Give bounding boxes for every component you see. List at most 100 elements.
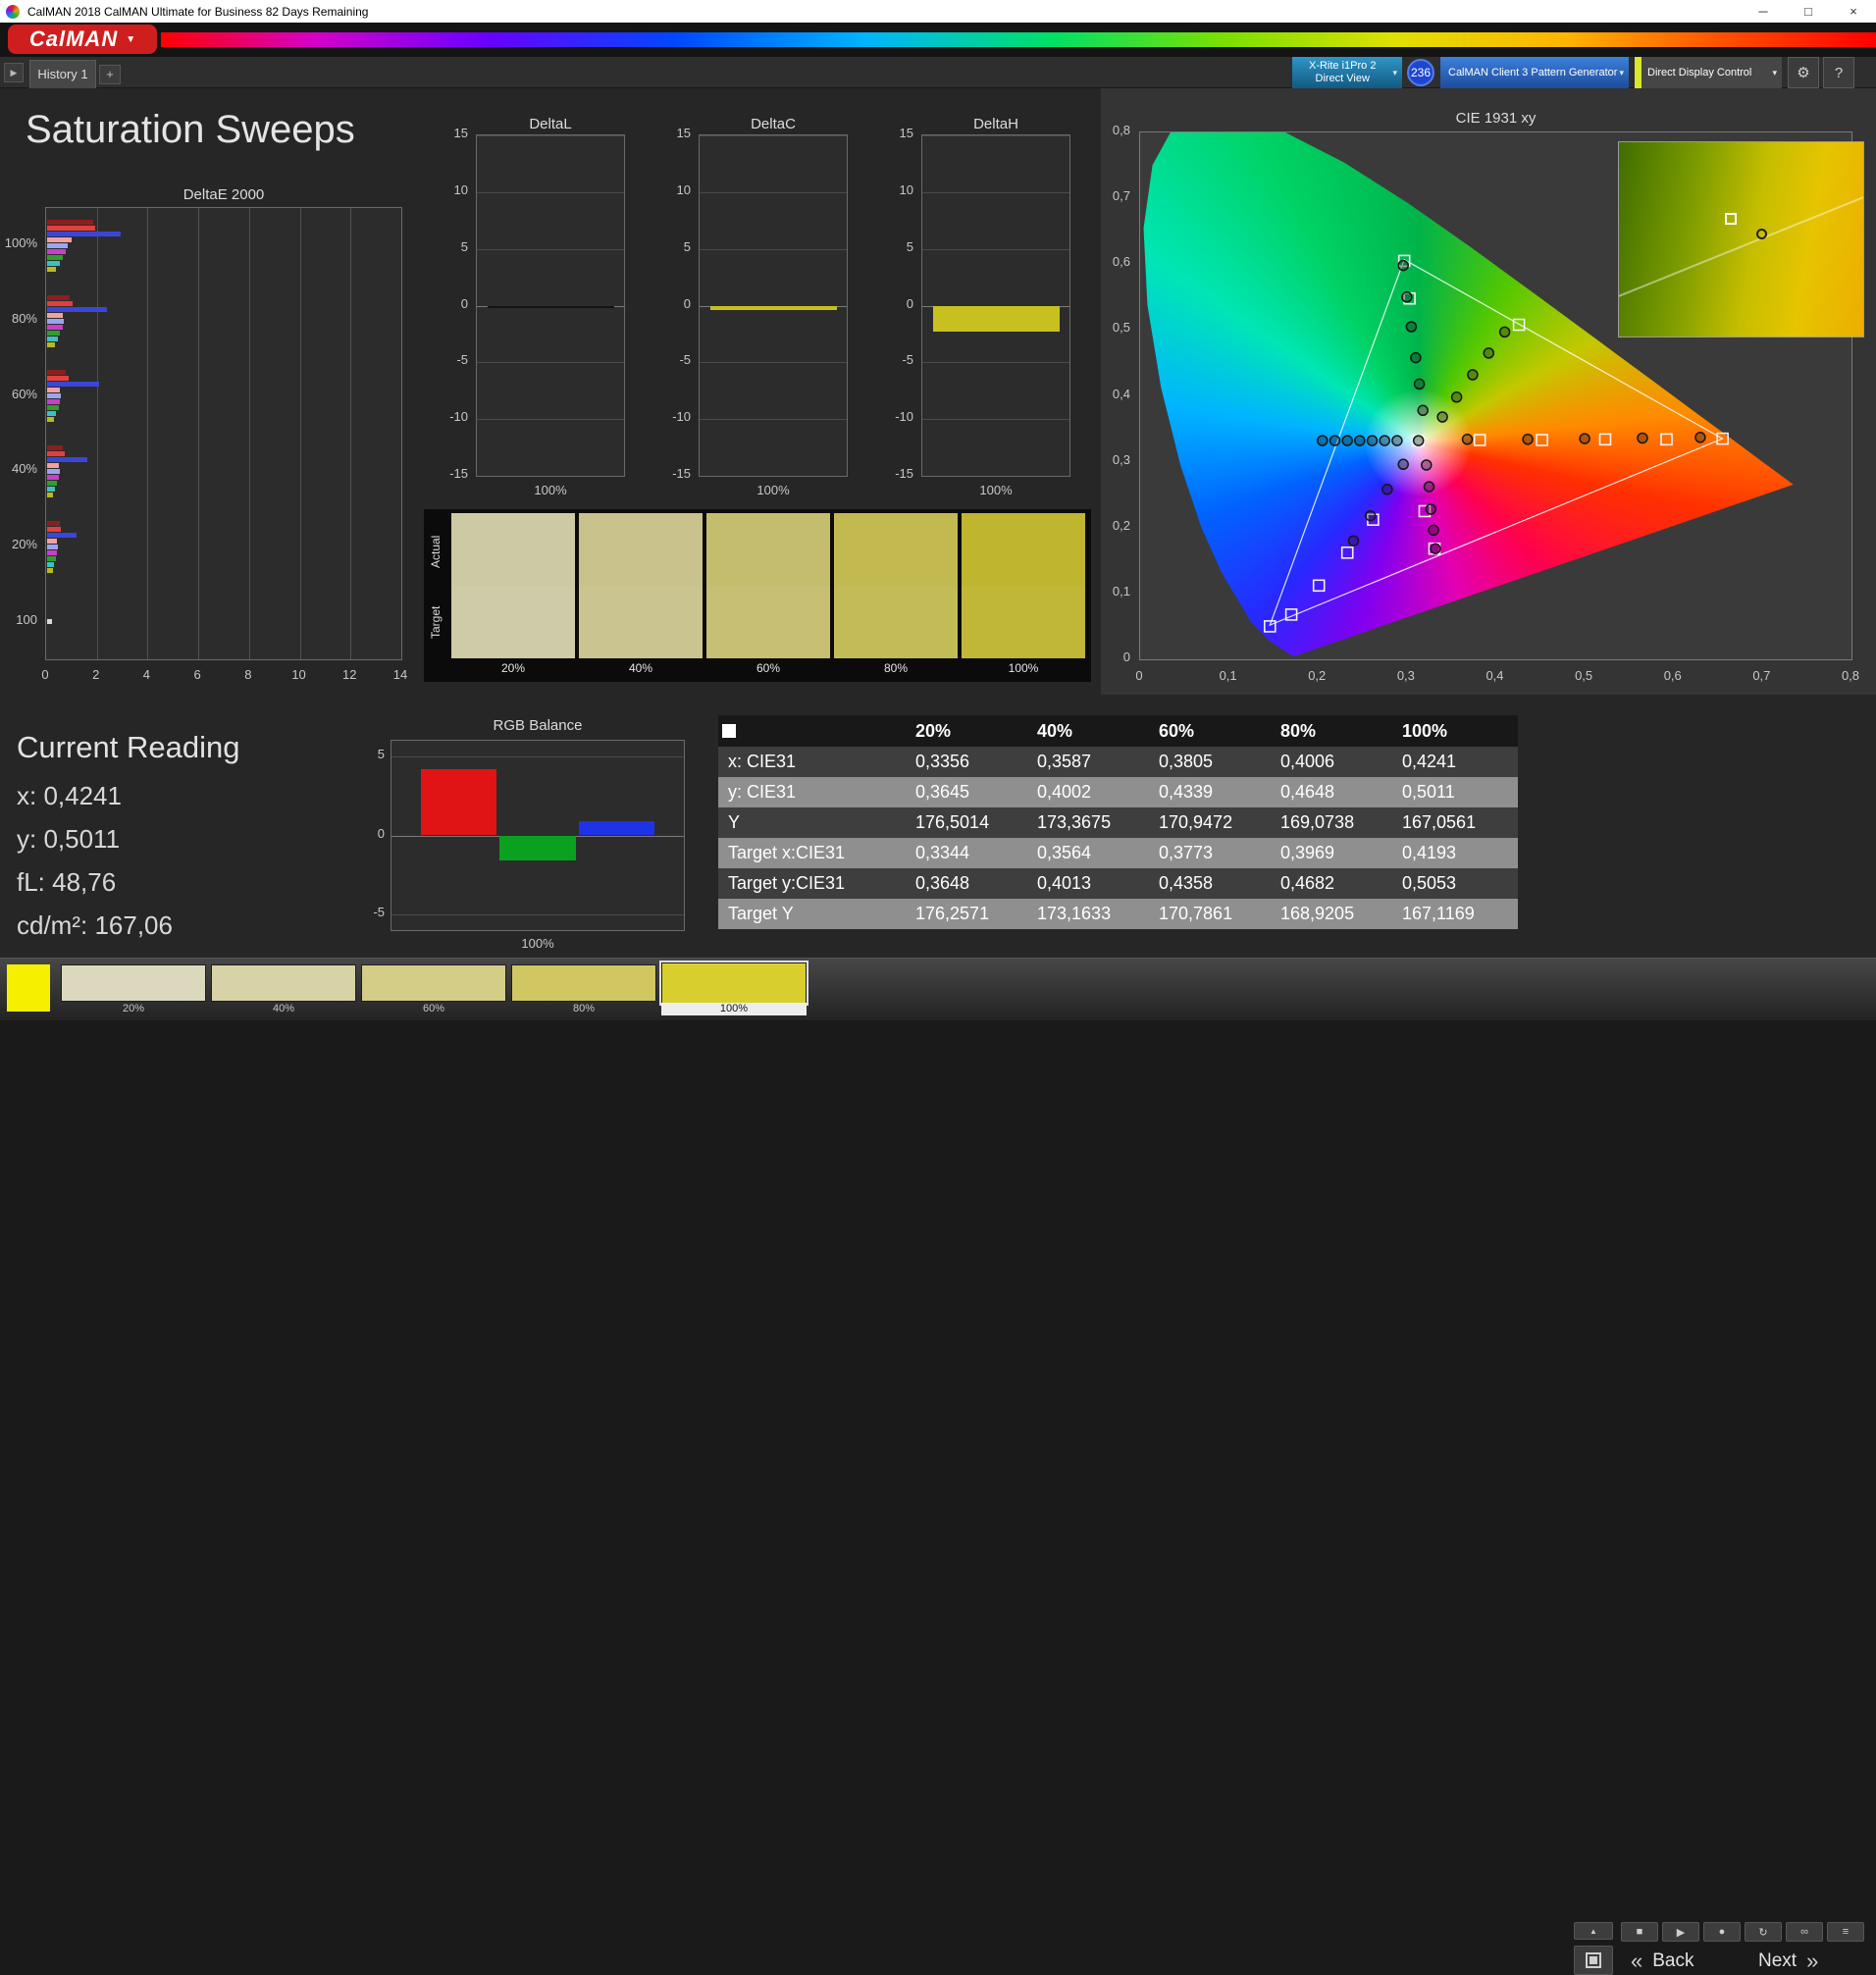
pattern-window-toggle-button[interactable]	[1574, 1946, 1613, 1975]
transport-repeat-button[interactable]: ↻	[1745, 1922, 1782, 1942]
transport-continuous-button[interactable]: ∞	[1786, 1922, 1823, 1942]
deltae-y-label: 60%	[11, 386, 37, 401]
pattern-swatch-80%[interactable]: 80%	[511, 964, 656, 1015]
table-cell: 0,3587	[1037, 752, 1092, 771]
swatch-column-label: 20%	[500, 661, 526, 675]
delta-gridline	[700, 191, 847, 193]
table-cell: 0,4013	[1037, 873, 1092, 893]
cie-target-point	[1598, 433, 1612, 446]
display-control-label: Direct Display Control	[1647, 67, 1752, 78]
table-column-header: 40%	[1037, 720, 1073, 741]
deltac-x-axis-label: 100%	[756, 483, 790, 497]
table-cell: 169,0738	[1280, 812, 1355, 832]
next-label: Next	[1758, 1950, 1798, 1971]
table-cell: 176,5014	[915, 812, 990, 832]
delta-gridline	[922, 476, 1069, 477]
transport-stop-button[interactable]: ■	[1621, 1922, 1658, 1942]
add-tab-button[interactable]: +	[99, 65, 121, 84]
table-cell: 0,4339	[1159, 782, 1214, 802]
table-cell: 168,9205	[1280, 904, 1355, 923]
deltae-bar	[47, 236, 72, 242]
delta-gridline	[477, 419, 624, 421]
delta-y-tick: -10	[895, 409, 913, 425]
pattern-preview-swatch	[7, 964, 50, 1012]
delta-gridline	[922, 191, 1069, 193]
transport-play-button[interactable]: ▶	[1662, 1922, 1699, 1942]
close-button[interactable]: ×	[1831, 0, 1876, 23]
pattern-swatch-label: 20%	[122, 1003, 145, 1014]
maximize-button[interactable]: □	[1786, 0, 1831, 23]
pattern-swatch-20%[interactable]: 20%	[61, 964, 206, 1015]
cie-measured-point	[1354, 435, 1366, 446]
table-corner-cell	[718, 715, 910, 747]
delta-gridline	[922, 362, 1069, 364]
transport-up-button[interactable]: ▲	[1574, 1922, 1613, 1940]
cie-x-tick: 0,1	[1219, 668, 1237, 683]
display-control-stripe	[1635, 57, 1642, 88]
table-cell: 170,7861	[1159, 904, 1233, 923]
table-row-label: Target y:CIE31	[728, 873, 846, 893]
swatch-column	[451, 513, 575, 658]
delta-bar	[487, 305, 614, 308]
deltae-y-label: 20%	[11, 537, 37, 551]
deltae-bar	[47, 254, 63, 260]
deltae-bar	[47, 462, 59, 468]
transport-menu-button[interactable]: ≡	[1827, 1922, 1864, 1942]
pattern-swatch-label: 60%	[422, 1003, 445, 1014]
tab-history-1[interactable]: History 1	[29, 60, 96, 88]
cie-measured-point	[1410, 351, 1422, 364]
swatch-column-label: 80%	[883, 661, 909, 675]
pattern-swatch-100%[interactable]: 100%	[659, 961, 808, 1015]
deltae-bar	[47, 520, 60, 526]
minimize-button[interactable]: ─	[1741, 0, 1786, 23]
table-cell: 0,4002	[1037, 782, 1092, 802]
next-button[interactable]: Next »	[1758, 1948, 1818, 1975]
help-button[interactable]: ?	[1823, 57, 1854, 88]
delta-y-tick: -5	[456, 352, 468, 368]
deltal-chart-title: DeltaL	[529, 116, 572, 132]
pattern-swatch-40%[interactable]: 40%	[211, 964, 356, 1015]
deltah-chart-title: DeltaH	[973, 116, 1018, 132]
actual-swatch	[579, 513, 703, 586]
cie-measured-point	[1364, 509, 1377, 522]
meter-device-button[interactable]: X-Rite i1Pro 2 Direct View ▾	[1292, 57, 1402, 88]
calman-logo-menu[interactable]: CalMAN ▼	[8, 25, 157, 54]
cie-measured-point	[1379, 435, 1390, 446]
collapse-pane-button[interactable]: ▶	[4, 63, 24, 82]
target-swatch	[834, 586, 958, 658]
bottom-bar: ▲ ■ ▶ ● ↻ ∞ ≡ « Back Next » 20% 40% 60% 80% 100%	[0, 958, 1876, 1975]
cie-measured-point	[1381, 484, 1393, 495]
deltae-bar	[47, 388, 61, 393]
cie-measured-point	[1397, 458, 1409, 471]
table-cell: 170,9472	[1159, 812, 1233, 832]
delta-gridline	[477, 362, 624, 364]
deltae-y-label: 100	[16, 611, 37, 627]
delta-gridline	[700, 419, 847, 421]
deltae-bar	[47, 294, 71, 300]
pattern-swatch-60%[interactable]: 60%	[361, 964, 506, 1015]
table-row-label: Y	[728, 812, 741, 832]
back-button[interactable]: « Back	[1631, 1948, 1694, 1975]
brand-bar: CalMAN ▼	[0, 23, 1876, 57]
cie-measured-point	[1467, 369, 1479, 381]
delta-y-tick: 0	[906, 295, 913, 311]
table-row-label: Target Y	[728, 904, 794, 923]
table-row: Target y:CIE31 0,3648 0,4013 0,4358 0,4682 0,…	[718, 868, 1518, 899]
cie-target-point	[1660, 433, 1673, 446]
deltac-y-axis-labels: 15 10 5 0 -5 -10 -15	[663, 126, 695, 481]
back-label: Back	[1652, 1950, 1694, 1971]
deltae-bar	[47, 318, 65, 324]
meter-device-labels: X-Rite i1Pro 2 Direct View	[1292, 60, 1392, 85]
transport-record-button[interactable]: ●	[1703, 1922, 1741, 1942]
deltae-bar	[47, 312, 64, 318]
cie-measured-point	[1450, 391, 1463, 403]
settings-button[interactable]: ⚙	[1788, 57, 1819, 88]
pattern-source-button[interactable]: CalMAN Client 3 Pattern Generator ▾	[1440, 57, 1629, 88]
chevron-down-icon: ▾	[1772, 67, 1777, 78]
cie-y-tick: 0,2	[1112, 517, 1130, 533]
table-row-label: y: CIE31	[728, 782, 797, 802]
measurement-table: 20% 40% 60% 80% 100% x: CIE31 0,3356 0,3587 0,38…	[718, 715, 1518, 929]
display-control-button[interactable]: Direct Display Control ▾	[1635, 57, 1782, 88]
cie-target-point	[1340, 546, 1354, 559]
target-swatch	[706, 586, 830, 658]
